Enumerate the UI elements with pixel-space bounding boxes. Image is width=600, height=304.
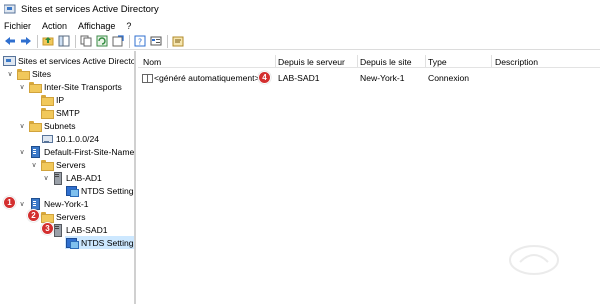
connection-row[interactable]: <généré automatiquement> [142,71,260,84]
new-connection-icon[interactable] [172,35,184,47]
folder-icon [41,95,54,106]
tree-item-label: 10.1.0.0/24 [56,133,100,144]
column-divider[interactable] [425,55,426,67]
toolbar: ? [0,33,600,50]
tree-item-servers[interactable]: ∨ Servers [30,158,86,171]
tree-item-inter-site-transports[interactable]: ∨ Inter-Site Transports [18,80,122,93]
svg-text:?: ? [138,38,142,47]
export-icon[interactable] [112,35,124,47]
title-bar: Sites et services Active Directory [0,0,600,18]
tree-item-label: NTDS Settings [81,237,136,248]
chevron-down-icon[interactable]: ∨ [18,122,26,130]
ad-sites-app-icon [3,4,16,14]
tree-item-smtp[interactable]: SMTP [41,106,80,119]
chevron-down-icon[interactable]: ∨ [6,70,14,78]
toolbar-separator [75,34,76,48]
step-badge-1: 1 [3,196,16,209]
folder-icon [41,108,54,119]
refresh-icon[interactable] [96,35,108,47]
step-badge-4: 4 [258,71,271,84]
subnet-icon [41,133,53,144]
cell-from-site: New-York-1 [360,72,405,83]
ntds-settings-icon [65,237,79,249]
tree-item-default-first-site[interactable]: ∨ Default-First-Site-Name [18,145,134,158]
tree-item-label: Inter-Site Transports [44,81,122,92]
ad-sites-root-icon [3,55,16,66]
step-badge-2: 2 [27,209,40,222]
tree-item-label: Sites et services Active Directory [18,55,136,66]
step-badge-3: 3 [41,222,54,235]
site-icon [29,198,40,210]
toolbar-separator [167,34,168,48]
tree-item-label: LAB-AD1 [66,172,102,183]
tree-item-server-lab-ad1[interactable]: ∨ LAB-AD1 [42,171,102,185]
up-folder-icon[interactable] [42,35,54,47]
menu-help[interactable]: ? [126,21,131,31]
menu-action[interactable]: Action [42,21,67,31]
console-tree: Sites et services Active Directory ∨ Sit… [0,51,136,304]
folder-icon [29,82,42,93]
column-divider[interactable] [275,55,276,67]
tree-item-label: SMTP [56,107,80,118]
tree-item-label: Subnets [44,120,76,131]
menu-fichier[interactable]: Fichier [4,21,31,31]
chevron-down-icon[interactable]: ∨ [18,148,26,156]
tree-item-sites[interactable]: ∨ Sites [6,67,51,80]
show-tree-icon[interactable] [58,35,70,47]
tree-item-label: LAB-SAD1 [66,224,108,235]
site-icon [29,146,40,158]
forward-icon[interactable] [20,35,32,47]
column-divider[interactable] [357,55,358,67]
server-icon [53,172,62,185]
folder-icon [17,69,30,80]
menu-affichage[interactable]: Affichage [78,21,115,31]
tree-item-label: IP [56,94,65,105]
properties-icon[interactable] [150,35,162,47]
folder-icon [41,212,54,223]
cell-nom: <généré automatiquement> [154,72,260,83]
column-divider[interactable] [491,55,492,67]
cell-from-server: LAB-SAD1 [278,72,320,83]
tree-item-label: Default-First-Site-Name [44,146,135,157]
tree-item-ntds-settings-selected[interactable]: NTDS Settings [65,236,136,249]
menu-bar: Fichier Action Affichage ? [0,18,600,33]
chevron-down-icon[interactable]: ∨ [42,174,50,182]
column-header-divider [138,67,600,68]
ntds-settings-icon [65,185,79,197]
cell-type: Connexion [428,72,470,83]
toolbar-separator [37,34,38,48]
chevron-down-icon[interactable]: ∨ [18,200,26,208]
copy-icon[interactable] [80,35,92,47]
tree-item-label: Servers [56,159,86,170]
chevron-down-icon[interactable]: ∨ [30,161,38,169]
tree-item-subnet[interactable]: 10.1.0.0/24 [41,132,99,145]
server-icon [53,224,62,237]
back-icon[interactable] [4,35,16,47]
folder-icon [41,160,54,171]
tree-item-new-york-site[interactable]: ∨ New-York-1 [18,197,89,210]
tree-item-subnets[interactable]: ∨ Subnets [18,119,76,132]
watermark-logo [509,245,559,275]
toolbar-separator [129,34,130,48]
tree-item-label: New-York-1 [44,198,89,209]
tree-item-label: Servers [56,211,86,222]
tree-item-root[interactable]: Sites et services Active Directory [3,54,136,67]
window-title: Sites et services Active Directory [21,3,159,15]
tree-item-label: NTDS Settings [81,185,136,196]
connection-icon [142,73,153,83]
help-icon[interactable]: ? [134,35,146,47]
chevron-down-icon[interactable]: ∨ [18,83,26,91]
tree-item-ntds-settings[interactable]: NTDS Settings [65,184,136,197]
folder-icon [29,121,42,132]
tree-item-label: Sites [32,68,52,79]
tree-item-ip[interactable]: IP [41,93,64,106]
